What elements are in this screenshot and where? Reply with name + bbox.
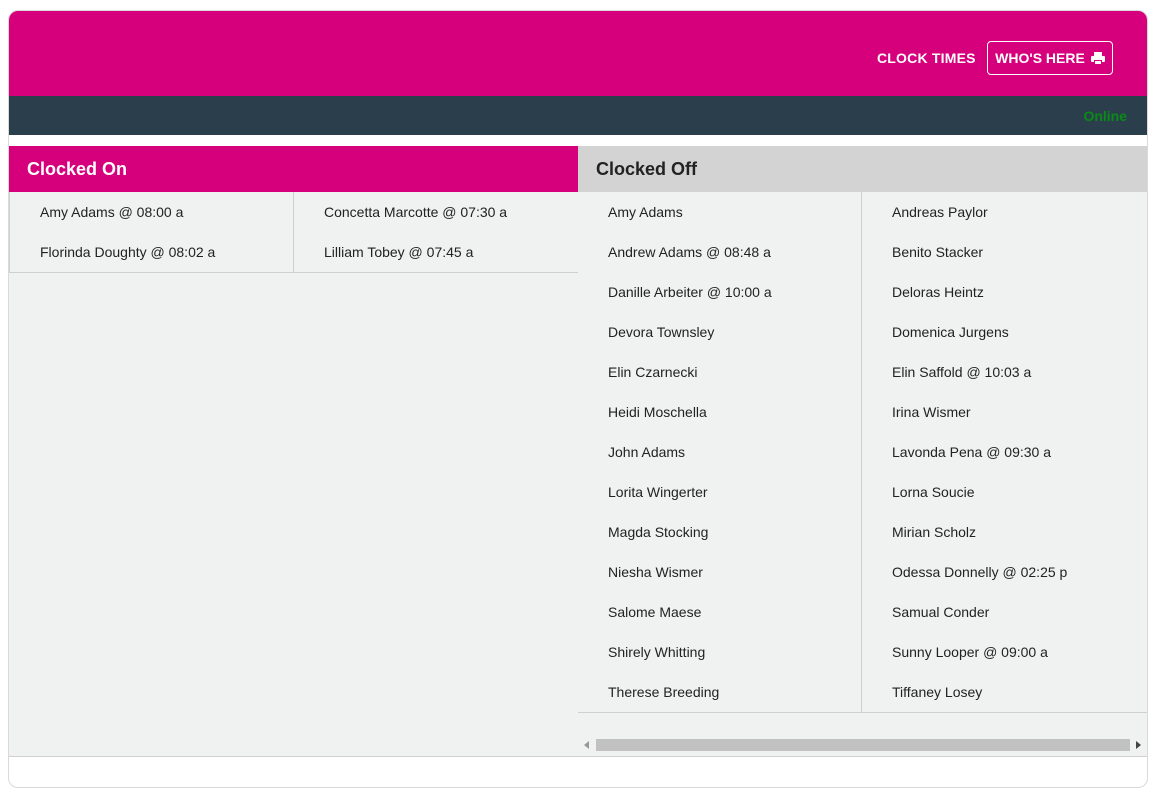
attendance-content: Clocked On Amy Adams @ 08:00 a Concetta M… (9, 146, 1147, 757)
person-item[interactable]: Tiffaney Losey (862, 672, 1147, 712)
person-item[interactable]: Concetta Marcotte @ 07:30 a (294, 192, 579, 232)
person-item[interactable]: Lavonda Pena @ 09:30 a (862, 432, 1147, 472)
scrollbar-thumb[interactable] (596, 739, 1130, 751)
person-item[interactable]: Magda Stocking (578, 512, 862, 552)
person-item[interactable]: Domenica Jurgens (862, 312, 1147, 352)
clocked-on-header: Clocked On (9, 146, 578, 192)
clocked-on-panel: Clocked On Amy Adams @ 08:00 a Concetta M… (9, 146, 578, 273)
online-status: Online (1083, 108, 1127, 124)
top-bar: CLOCK TIMES WHO'S HERE (9, 11, 1147, 96)
person-item[interactable]: Shirely Whitting (578, 632, 862, 672)
person-item[interactable]: Deloras Heintz (862, 272, 1147, 312)
person-item[interactable]: Samual Conder (862, 592, 1147, 632)
status-bar: Online (9, 96, 1147, 135)
person-item[interactable]: Andreas Paylor (862, 192, 1147, 232)
horizontal-scrollbar[interactable] (578, 738, 1147, 752)
person-item[interactable]: Therese Breeding (578, 672, 862, 712)
person-item[interactable]: Elin Saffold @ 10:03 a (862, 352, 1147, 392)
person-item[interactable]: Devora Townsley (578, 312, 862, 352)
clocked-off-panel: Clocked Off Amy Adams Andreas Paylor Andre… (578, 146, 1147, 757)
person-item[interactable]: Andrew Adams @ 08:48 a (578, 232, 862, 272)
clock-times-link[interactable]: CLOCK TIMES (877, 50, 976, 66)
app-frame: CLOCK TIMES WHO'S HERE Online Clocked On… (8, 10, 1148, 788)
clocked-off-list: Amy Adams Andreas Paylor Andrew Adams @ 08… (578, 192, 1147, 713)
whos-here-button[interactable]: WHO'S HERE (987, 41, 1113, 75)
person-item[interactable]: Lorna Soucie (862, 472, 1147, 512)
person-item[interactable]: Heidi Moschella (578, 392, 862, 432)
person-item[interactable]: Elin Czarnecki (578, 352, 862, 392)
person-item[interactable]: Sunny Looper @ 09:00 a (862, 632, 1147, 672)
person-item[interactable]: Odessa Donnelly @ 02:25 p (862, 552, 1147, 592)
person-item[interactable]: John Adams (578, 432, 862, 472)
person-item[interactable]: Niesha Wismer (578, 552, 862, 592)
person-item[interactable]: Lorita Wingerter (578, 472, 862, 512)
person-item[interactable]: Danille Arbeiter @ 10:00 a (578, 272, 862, 312)
person-item[interactable]: Irina Wismer (862, 392, 1147, 432)
printer-icon (1090, 51, 1105, 65)
person-item[interactable]: Lilliam Tobey @ 07:45 a (294, 232, 579, 272)
person-item[interactable]: Mirian Scholz (862, 512, 1147, 552)
person-item[interactable]: Amy Adams (578, 192, 862, 232)
scroll-left-icon[interactable] (584, 741, 589, 749)
person-item[interactable]: Amy Adams @ 08:00 a (10, 192, 294, 232)
scroll-right-icon[interactable] (1136, 741, 1141, 749)
person-item[interactable]: Salome Maese (578, 592, 862, 632)
person-item[interactable]: Florinda Doughty @ 08:02 a (10, 232, 294, 272)
whos-here-label: WHO'S HERE (995, 50, 1085, 66)
person-item[interactable]: Benito Stacker (862, 232, 1147, 272)
clocked-off-header: Clocked Off (578, 146, 1147, 192)
clocked-on-list: Amy Adams @ 08:00 a Concetta Marcotte @ 0… (9, 192, 578, 273)
